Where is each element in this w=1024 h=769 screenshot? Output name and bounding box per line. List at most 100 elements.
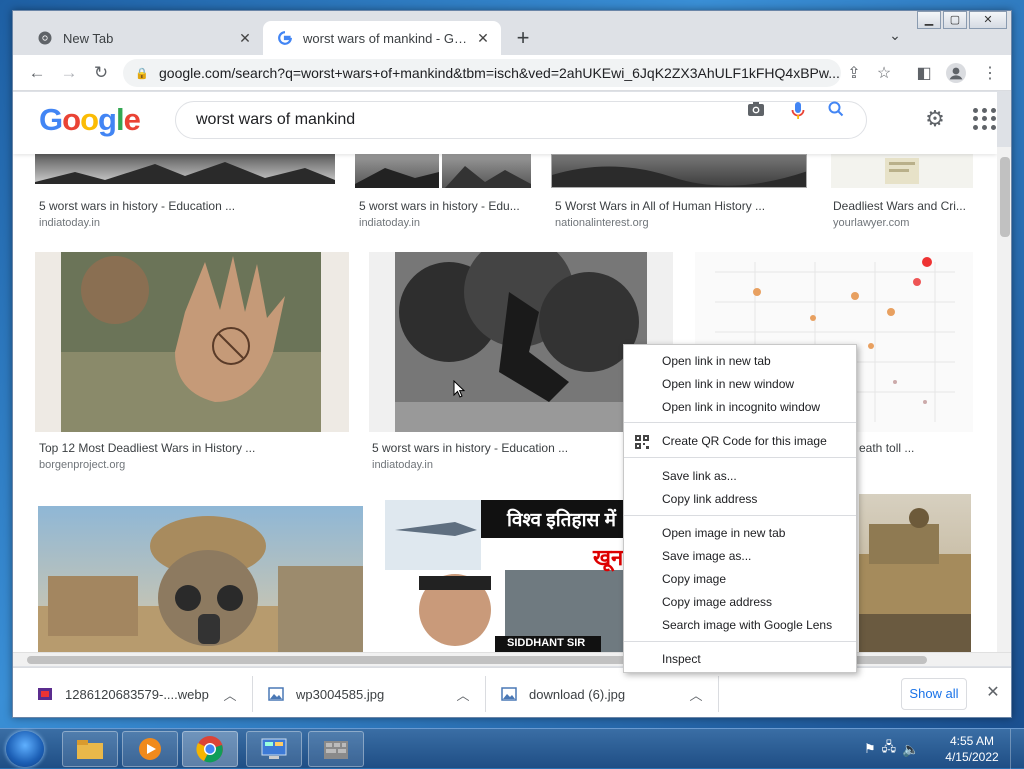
taskbar-explorer-icon[interactable] xyxy=(62,731,118,767)
image-file-icon xyxy=(501,687,517,701)
taskbar-app-icon[interactable] xyxy=(308,731,364,767)
result-caption[interactable]: 5 worst wars in history - Edu... xyxy=(359,199,531,213)
volume-icon[interactable]: 🔈 xyxy=(902,741,919,758)
tab-close-icon[interactable]: ✕ xyxy=(235,30,255,47)
vertical-scrollbar[interactable] xyxy=(997,147,1011,653)
menu-separator xyxy=(624,641,856,642)
settings-gear-icon[interactable]: ⚙ xyxy=(921,106,949,134)
network-icon[interactable]: 🖧 xyxy=(882,738,897,760)
result-image-hindi-history[interactable]: विश्व इतिहास में खून SIDDHANT SIR xyxy=(385,500,625,652)
show-desktop-button[interactable] xyxy=(1010,729,1024,769)
download-chevron-up-icon[interactable]: ︿ xyxy=(688,685,704,704)
side-panel-icon[interactable]: ◧ xyxy=(913,63,935,85)
download-item[interactable]: wp3004585.jpg ︿ xyxy=(256,676,486,712)
image-file-icon xyxy=(268,687,284,701)
browser-toolbar: ← → ↻ 🔒 google.com/search?q=worst+wars+o… xyxy=(13,55,1011,91)
menu-item-save-image-as[interactable]: Save image as... xyxy=(624,545,856,567)
microphone-icon[interactable] xyxy=(787,101,809,123)
mouse-cursor-icon xyxy=(453,380,465,398)
result-image-4[interactable] xyxy=(831,154,973,188)
download-item[interactable]: 1286120683579-....webp ︿ xyxy=(25,676,253,712)
result-caption[interactable]: Deadliest Wars and Cri... xyxy=(833,199,973,213)
tab-close-icon[interactable]: ✕ xyxy=(473,30,493,47)
menu-separator xyxy=(624,515,856,516)
share-icon[interactable]: ⇪ xyxy=(843,63,865,85)
close-download-bar-icon[interactable]: ✕ xyxy=(983,682,1003,702)
result-source: borgenproject.org xyxy=(39,459,126,471)
webp-file-icon xyxy=(38,688,52,700)
profile-avatar-icon[interactable] xyxy=(945,63,967,85)
maximize-button[interactable]: ▢ xyxy=(943,11,967,29)
result-caption[interactable]: 5 worst wars in history - Education ... xyxy=(39,199,335,213)
menu-item-save-link-as[interactable]: Save link as... xyxy=(624,465,856,487)
result-caption[interactable]: eath toll ... xyxy=(859,441,969,455)
download-filename: 1286120683579-....webp xyxy=(65,686,209,702)
hindi-title-text: विश्व इतिहास में xyxy=(507,510,616,531)
result-image-1[interactable] xyxy=(35,154,335,184)
horizontal-scrollbar[interactable] xyxy=(13,652,1011,666)
qr-code-icon xyxy=(635,434,649,456)
google-logo[interactable]: Google xyxy=(39,102,141,138)
menu-item-copy-image-address[interactable]: Copy image address xyxy=(624,591,856,613)
menu-separator xyxy=(624,422,856,423)
result-source: indiatoday.in xyxy=(359,217,420,229)
chrome-favicon-icon xyxy=(37,30,53,46)
menu-item-open-link-incognito[interactable]: Open link in incognito window xyxy=(624,396,856,418)
download-chevron-up-icon[interactable]: ︿ xyxy=(222,685,238,704)
download-filename: download (6).jpg xyxy=(529,686,626,702)
download-chevron-up-icon[interactable]: ︿ xyxy=(455,685,471,704)
google-header: Google worst wars of mankind ⚙ xyxy=(13,92,997,154)
download-item[interactable]: download (6).jpg ︿ xyxy=(489,676,719,712)
result-image-tank[interactable] xyxy=(859,494,971,652)
result-caption[interactable]: Top 12 Most Deadliest Wars in History ..… xyxy=(39,441,349,455)
taskbar-media-player-icon[interactable] xyxy=(122,731,178,767)
menu-item-inspect[interactable]: Inspect xyxy=(624,648,856,670)
google-apps-icon[interactable] xyxy=(971,106,997,132)
menu-item-open-link-new-tab[interactable]: Open link in new tab xyxy=(624,350,856,372)
taskbar-control-panel-icon[interactable] xyxy=(246,731,302,767)
close-window-button[interactable]: ✕ xyxy=(969,11,1007,29)
address-bar[interactable]: 🔒 google.com/search?q=worst+wars+of+mank… xyxy=(123,59,841,87)
browser-window: New Tab ✕ worst wars of mankind - Google… xyxy=(12,10,1012,718)
show-all-button[interactable]: Show all xyxy=(901,678,967,710)
menu-item-open-link-new-window[interactable]: Open link in new window xyxy=(624,373,856,395)
download-filename: wp3004585.jpg xyxy=(296,686,385,702)
system-tray: ⚑ 🖧 🔈 xyxy=(864,735,920,763)
back-arrow-icon[interactable]: ← xyxy=(25,61,49,85)
tab-google-search[interactable]: worst wars of mankind - Google Search ✕ xyxy=(263,21,501,55)
result-caption[interactable]: 5 worst wars in history - Education ... xyxy=(372,441,632,455)
new-tab-plus-icon[interactable]: + xyxy=(509,25,537,53)
windows-taskbar: ⚑ 🖧 🔈 4:55 AM 4/15/2022 xyxy=(0,728,1024,769)
search-icon[interactable] xyxy=(825,101,847,123)
menu-item-copy-link-address[interactable]: Copy link address xyxy=(624,488,856,510)
result-image-gas-mask-soldier[interactable] xyxy=(38,506,363,652)
start-button[interactable] xyxy=(6,731,44,767)
tab-new-tab[interactable]: New Tab ✕ xyxy=(23,21,263,55)
reload-icon[interactable]: ↻ xyxy=(89,61,113,85)
minimize-button[interactable]: ▁ xyxy=(917,11,941,29)
tab-label: worst wars of mankind - Google Search xyxy=(303,30,473,46)
tab-label: New Tab xyxy=(63,30,114,46)
result-caption[interactable]: 5 Worst Wars in All of Human History ... xyxy=(555,199,811,213)
camera-search-icon[interactable] xyxy=(745,101,767,123)
result-source: yourlawyer.com xyxy=(833,217,910,229)
result-image-soldier-hand[interactable] xyxy=(35,252,349,432)
menu-item-open-image-new-tab[interactable]: Open image in new tab xyxy=(624,522,856,544)
menu-item-search-google-lens[interactable]: Search image with Google Lens xyxy=(624,614,856,636)
result-image-2[interactable] xyxy=(355,154,531,188)
chrome-menu-icon[interactable]: ⋮ xyxy=(979,63,1001,85)
taskbar-chrome-icon[interactable] xyxy=(182,731,238,767)
menu-item-copy-image[interactable]: Copy image xyxy=(624,568,856,590)
menu-item-create-qr-code[interactable]: Create QR Code for this image xyxy=(624,430,856,452)
forward-arrow-icon[interactable]: → xyxy=(57,61,81,85)
tab-search-chevron-icon[interactable]: ⌄ xyxy=(885,27,905,47)
taskbar-clock[interactable]: 4:55 AM 4/15/2022 xyxy=(942,733,1002,765)
vertical-scroll-thumb[interactable] xyxy=(1000,157,1010,237)
result-image-3[interactable] xyxy=(551,154,807,188)
lock-icon: 🔒 xyxy=(135,67,149,80)
menu-separator xyxy=(624,457,856,458)
action-center-flag-icon[interactable]: ⚑ xyxy=(864,741,876,757)
bookmark-star-icon[interactable]: ☆ xyxy=(873,63,895,85)
clock-date: 4/15/2022 xyxy=(945,750,999,764)
download-bar: 1286120683579-....webp ︿ wp3004585.jpg ︿… xyxy=(13,667,1011,717)
